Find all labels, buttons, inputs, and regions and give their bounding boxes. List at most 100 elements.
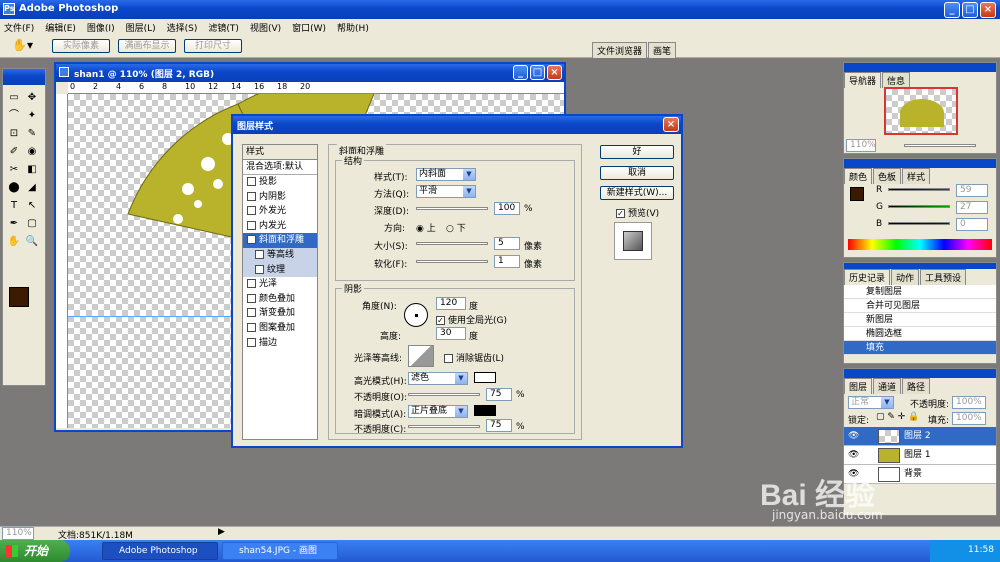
effect-item[interactable]: 描边 (243, 336, 317, 351)
color-fg-swatch[interactable] (850, 187, 864, 201)
soften-input[interactable]: 1 (494, 255, 520, 268)
tool-icon[interactable]: 🔍 (25, 235, 39, 249)
status-zoom[interactable]: 110% (2, 527, 34, 540)
angle-dial[interactable] (404, 303, 428, 327)
channel-slider[interactable] (888, 188, 950, 191)
file-browser-tab[interactable]: 文件浏览器 (592, 42, 648, 58)
depth-slider[interactable] (416, 207, 488, 210)
styles-tab[interactable]: 样式 (902, 168, 931, 184)
tool-icon[interactable]: ✂ (7, 163, 21, 177)
color-ramp[interactable] (848, 239, 992, 250)
technique-select[interactable]: 平滑 ▼ (416, 185, 476, 198)
preview-checkbox[interactable]: ✓ 预览(V) (616, 206, 659, 219)
blend-options-item[interactable]: 混合选项:默认 (243, 160, 317, 175)
menu-item[interactable]: 视图(V) (250, 24, 281, 34)
cancel-button[interactable]: 取消 (600, 166, 674, 180)
history-item[interactable]: 椭圆选框 (844, 327, 996, 341)
style-select[interactable]: 内斜面 ▼ (416, 168, 476, 181)
channel-input[interactable]: 59 (956, 184, 988, 197)
effect-item[interactable]: ✓ 斜面和浮雕 (243, 233, 317, 248)
menu-item[interactable]: 文件(F) (4, 24, 34, 34)
tool-icon[interactable]: T (7, 199, 21, 213)
tool-icon[interactable]: ✦ (25, 109, 39, 123)
tool-icon[interactable]: ✎ (25, 127, 39, 141)
highlight-color-swatch[interactable] (474, 372, 496, 383)
paths-tab[interactable]: 路径 (902, 378, 931, 394)
fit-screen-button[interactable]: 满画布显示 (118, 39, 176, 53)
layer-opacity-input[interactable]: 100% (952, 396, 986, 409)
close-button[interactable]: × (980, 2, 996, 18)
menu-item[interactable]: 图层(L) (126, 24, 156, 34)
doc-minimize-button[interactable]: _ (513, 65, 528, 80)
tool-icon[interactable]: ◧ (25, 163, 39, 177)
altitude-input[interactable]: 30 (436, 327, 466, 340)
size-slider[interactable] (416, 242, 488, 245)
highlight-mode-select[interactable]: 滤色 ▼ (408, 372, 468, 385)
gloss-contour-picker[interactable] (408, 345, 434, 367)
print-size-button[interactable]: 打印尺寸 (184, 39, 242, 53)
tool-icon[interactable]: ⊡ (7, 127, 21, 141)
dialog-close-button[interactable]: × (663, 117, 679, 132)
tool-icon[interactable]: ✒ (7, 217, 21, 231)
task-paint[interactable]: shan54.JPG - 画图 (222, 542, 338, 560)
shadow-color-swatch[interactable] (474, 405, 496, 416)
size-input[interactable]: 5 (494, 237, 520, 250)
soften-slider[interactable] (416, 260, 488, 263)
maximize-button[interactable]: □ (962, 2, 978, 18)
global-light-checkbox[interactable]: ✓ 使用全局光(G) (436, 313, 507, 326)
channels-tab[interactable]: 通道 (873, 378, 902, 394)
actions-tab[interactable]: 动作 (891, 269, 920, 285)
layers-tab[interactable]: 图层 (844, 378, 873, 394)
color-tab[interactable]: 颜色 (844, 168, 873, 184)
shadow-opacity-input[interactable]: 75 (486, 419, 512, 432)
history-item[interactable]: 新图层 (844, 313, 996, 327)
channel-input[interactable]: 27 (956, 201, 988, 214)
effect-item[interactable]: 内阴影 (243, 190, 317, 205)
brushes-tab[interactable]: 画笔 (648, 42, 677, 58)
doc-close-button[interactable]: × (547, 65, 562, 80)
effect-item[interactable]: 投影 (243, 175, 317, 190)
navigator-zoom-slider[interactable] (904, 144, 976, 147)
tool-icon[interactable]: ✥ (25, 91, 39, 105)
tool-icon[interactable]: ✋ (7, 235, 21, 249)
navigator-thumbnail[interactable] (884, 87, 958, 135)
highlight-opacity-slider[interactable] (408, 393, 480, 396)
effect-item[interactable]: 内发光 (243, 219, 317, 234)
tool-icon[interactable]: ↖ (25, 199, 39, 213)
swatches-tab[interactable]: 色板 (873, 168, 902, 184)
eye-icon[interactable]: 👁 (848, 427, 859, 446)
fill-input[interactable]: 100% (952, 412, 986, 425)
tool-icon[interactable]: ▭ (7, 91, 21, 105)
effect-item[interactable]: 图案叠加 (243, 321, 317, 336)
navigator-zoom-input[interactable]: 110% (846, 139, 876, 152)
actual-pixels-button[interactable]: 实际像素 (52, 39, 110, 53)
effect-item[interactable]: 光泽 (243, 277, 317, 292)
channel-input[interactable]: 0 (956, 218, 988, 231)
antialias-checkbox[interactable]: 消除锯齿(L) (444, 351, 504, 364)
tool-icon[interactable]: ⌒ (7, 109, 21, 123)
effect-item[interactable]: 外发光 (243, 204, 317, 219)
history-item[interactable]: 填充 (844, 341, 996, 355)
lock-icons[interactable]: ▢ ✎ ✛ 🔒 (876, 412, 919, 422)
menu-item[interactable]: 编辑(E) (45, 24, 76, 34)
menu-item[interactable]: 窗口(W) (292, 24, 326, 34)
angle-input[interactable]: 120 (436, 297, 466, 310)
navigator-tab[interactable]: 导航器 (844, 72, 882, 88)
hand-tool-icon[interactable]: ✋▾ (12, 38, 33, 52)
layer-row[interactable]: 👁 图层 2 (844, 427, 996, 446)
direction-up-radio[interactable]: ◉ 上 (416, 221, 436, 234)
foreground-color-swatch[interactable] (9, 287, 29, 307)
menu-item[interactable]: 选择(S) (167, 24, 198, 34)
new-style-button[interactable]: 新建样式(W)... (600, 186, 674, 200)
tool-icon[interactable]: ✐ (7, 145, 21, 159)
history-tab[interactable]: 历史记录 (844, 269, 891, 285)
eye-icon[interactable]: 👁 (848, 446, 859, 465)
tool-icon[interactable]: ▢ (25, 217, 39, 231)
highlight-opacity-input[interactable]: 75 (486, 388, 512, 401)
history-item[interactable]: 复制图层 (844, 285, 996, 299)
layer-row[interactable]: 👁 图层 1 (844, 446, 996, 465)
effect-item[interactable]: 渐变叠加 (243, 306, 317, 321)
channel-slider[interactable] (888, 205, 950, 208)
menu-item[interactable]: 帮助(H) (337, 24, 369, 34)
tool-icon[interactable]: ⬤ (7, 181, 21, 195)
